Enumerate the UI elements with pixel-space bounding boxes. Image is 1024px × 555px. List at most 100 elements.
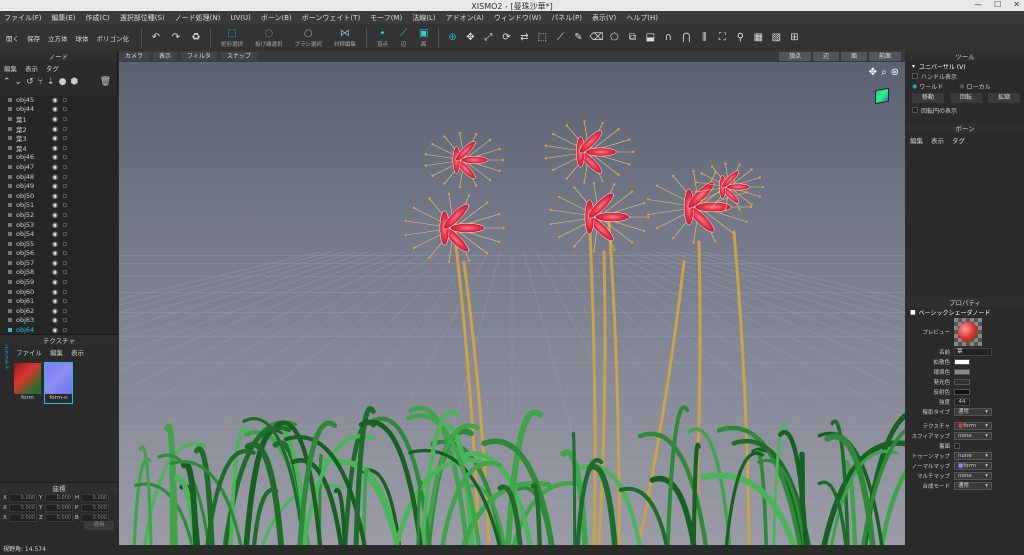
- grid-tool-icon[interactable]: ⊞: [787, 31, 801, 45]
- coordinate-field[interactable]: 0.000: [81, 504, 109, 512]
- visibility-eye-icon[interactable]: ◉: [52, 307, 58, 315]
- menu-morph[interactable]: モーフ(M): [370, 13, 402, 23]
- lock-icon[interactable]: [62, 126, 67, 131]
- bone-tab-tag[interactable]: タグ: [952, 135, 965, 145]
- visibility-eye-icon[interactable]: ◉: [52, 163, 58, 171]
- lock-icon[interactable]: [62, 222, 67, 227]
- texture-side-tab[interactable]: テクスチャ: [0, 345, 10, 370]
- rotate-tool-icon[interactable]: ⟳: [499, 31, 513, 45]
- pan-icon[interactable]: ✥: [869, 67, 877, 78]
- menu-window[interactable]: ウィンドウ(W): [494, 13, 541, 23]
- filter-menu[interactable]: フィルタ: [181, 52, 217, 61]
- node-list-item[interactable]: obj57 ◉: [0, 258, 118, 268]
- node-list-item[interactable]: obj61 ◉: [0, 296, 118, 306]
- node-list-item[interactable]: obj47 ◉: [0, 162, 118, 172]
- brush-tool-icon[interactable]: ✎: [571, 31, 585, 45]
- delete-icon[interactable]: 🗑: [100, 77, 111, 87]
- visibility-eye-icon[interactable]: ◉: [52, 125, 58, 133]
- polygonize-button[interactable]: ポリゴン化: [97, 33, 130, 43]
- visibility-eye-icon[interactable]: ◉: [52, 240, 58, 248]
- refresh-icon[interactable]: ♻: [188, 30, 204, 46]
- lock-icon[interactable]: [62, 164, 67, 169]
- node-list-item[interactable]: 葉3 ◉: [0, 133, 118, 143]
- visibility-eye-icon[interactable]: ◉: [52, 326, 58, 334]
- scale-button[interactable]: 拡縮: [988, 93, 1020, 103]
- specular-swatch[interactable]: [954, 389, 970, 395]
- view-vertex-button[interactable]: 頂点: [778, 52, 811, 61]
- uv-tool-icon[interactable]: ▦: [751, 31, 765, 45]
- node-list-item[interactable]: obj49 ◉: [0, 181, 118, 191]
- normal-map-dropdown[interactable]: ■form ▾: [954, 462, 992, 470]
- lock-icon[interactable]: [62, 308, 67, 313]
- brush-select-button[interactable]: ○ ブラシ選択: [295, 28, 322, 48]
- node-tab-tag[interactable]: タグ: [46, 63, 59, 73]
- visibility-eye-icon[interactable]: ◉: [52, 192, 58, 200]
- paint-tool-icon[interactable]: ⚲: [733, 31, 747, 45]
- lock-icon[interactable]: [62, 193, 67, 198]
- open-button[interactable]: 開く: [6, 33, 19, 43]
- lock-icon[interactable]: [62, 97, 67, 102]
- node-tab-view[interactable]: 表示: [25, 63, 38, 73]
- view-cube[interactable]: [875, 87, 889, 105]
- node-list-item[interactable]: obj48 ◉: [0, 172, 118, 182]
- lock-icon[interactable]: [62, 174, 67, 179]
- node-list-item[interactable]: 葉4 ◉: [0, 143, 118, 153]
- visibility-eye-icon[interactable]: ◉: [52, 153, 58, 161]
- emissive-swatch[interactable]: [954, 379, 970, 385]
- visibility-eye-icon[interactable]: ◉: [52, 96, 58, 104]
- menu-file[interactable]: ファイル(F): [4, 13, 42, 23]
- node-list-item[interactable]: obj60 ◉: [0, 287, 118, 297]
- apply-button[interactable]: 適用: [84, 521, 114, 530]
- visibility-eye-icon[interactable]: ◉: [52, 105, 58, 113]
- multi-map-dropdown[interactable]: none ▾: [954, 472, 992, 480]
- coordinate-field[interactable]: 0.000: [45, 494, 73, 502]
- toon-map-dropdown[interactable]: none ▾: [954, 452, 992, 460]
- coordinate-field[interactable]: 0.000: [9, 494, 37, 502]
- node-list-item[interactable]: obj46 ◉: [0, 153, 118, 163]
- menu-help[interactable]: ヘルプ(H): [626, 13, 658, 23]
- menu-node[interactable]: ノード処理(N): [175, 13, 221, 23]
- visibility-eye-icon[interactable]: ◉: [52, 297, 58, 305]
- texture-thumb-form-n[interactable]: form-n: [44, 362, 73, 404]
- coordinate-field[interactable]: 0.000: [45, 504, 73, 512]
- extrude-tool-icon[interactable]: ⫼: [697, 31, 711, 45]
- visibility-eye-icon[interactable]: ◉: [52, 144, 58, 152]
- menu-panel[interactable]: パネル(P): [551, 13, 582, 23]
- move-up-icon[interactable]: ⌃: [3, 77, 11, 87]
- node-list-item[interactable]: 葉2 ◉: [0, 124, 118, 134]
- world-radio[interactable]: ◉: [912, 83, 917, 90]
- view-front-button[interactable]: 前面: [868, 52, 901, 61]
- texture-tab-edit[interactable]: 編集: [50, 347, 63, 357]
- face-mode-button[interactable]: ▣ 面: [419, 28, 428, 48]
- lock-icon[interactable]: [62, 155, 67, 160]
- copy-tool-icon[interactable]: ⧉: [625, 31, 639, 45]
- minimize-button[interactable]: —: [974, 0, 982, 9]
- menu-edit[interactable]: 編集(E): [52, 13, 76, 23]
- scale-tool-icon[interactable]: ⤢: [481, 31, 495, 45]
- close-button[interactable]: ✕: [1013, 0, 1020, 9]
- lock-icon[interactable]: [62, 328, 67, 333]
- weight-tool-icon[interactable]: ⛶: [715, 31, 729, 45]
- view-face-button[interactable]: 面: [840, 52, 867, 61]
- node-list-item[interactable]: obj55 ◉: [0, 239, 118, 249]
- visibility-eye-icon[interactable]: ◉: [52, 288, 58, 296]
- visibility-eye-icon[interactable]: ◉: [52, 115, 58, 123]
- collapse-icon[interactable]: ▾: [912, 63, 915, 70]
- node-list-item[interactable]: obj58 ◉: [0, 268, 118, 278]
- mirror-tool-icon[interactable]: ⬓: [643, 31, 657, 45]
- shape-tool-icon[interactable]: ⬠: [607, 31, 621, 45]
- node-list-item[interactable]: obj50 ◉: [0, 191, 118, 201]
- lock-icon[interactable]: [62, 241, 67, 246]
- double-side-checkbox[interactable]: [954, 443, 960, 449]
- visibility-eye-icon[interactable]: ◉: [52, 268, 58, 276]
- 3d-viewport[interactable]: カメラ 表示 フィルタ スナップ 頂点 辺 面 前面 ✥ ⌕ ⊛: [119, 51, 905, 545]
- lock-icon[interactable]: [62, 232, 67, 237]
- cube-button[interactable]: 立方体: [48, 33, 68, 43]
- view-edge-button[interactable]: 辺: [812, 52, 839, 61]
- tree-icon[interactable]: ⑂: [38, 77, 43, 87]
- menu-uv[interactable]: UV(U): [230, 14, 251, 22]
- node-list-item[interactable]: obj51 ◉: [0, 201, 118, 211]
- node-list-item[interactable]: obj45 ◉: [0, 95, 118, 105]
- edge-mode-button[interactable]: ⟋ 辺: [400, 28, 407, 48]
- lock-icon[interactable]: [62, 203, 67, 208]
